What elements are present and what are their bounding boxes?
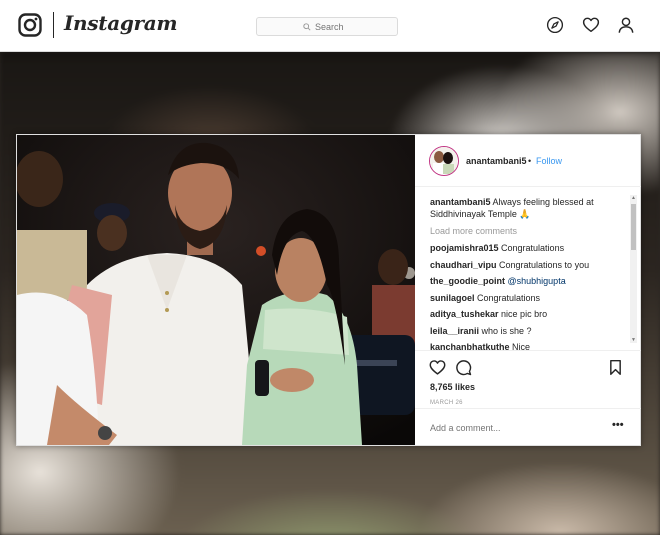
comment-username[interactable]: kanchanbhatkuthe bbox=[430, 342, 510, 350]
comment-item: chaudhari_vipu Congratulations to you bbox=[430, 259, 625, 271]
comment-username[interactable]: aditya_tushekar bbox=[430, 309, 499, 319]
comment-item: sunilagoel Congratulations bbox=[430, 292, 625, 304]
add-comment-input[interactable] bbox=[430, 423, 590, 433]
post-username[interactable]: anantambani5 bbox=[466, 156, 527, 166]
comment-text: Nice bbox=[509, 342, 531, 350]
comment-username[interactable]: sunilagoel bbox=[430, 293, 475, 303]
scrollbar-thumb[interactable] bbox=[631, 204, 636, 250]
comment-text: who is she ? bbox=[479, 325, 532, 336]
post-header: anantambani5 • Follow bbox=[415, 135, 641, 187]
post-caption: anantambani5 Always feeling blessed at S… bbox=[430, 196, 625, 220]
post-photo-illustration bbox=[17, 135, 415, 445]
likes-count[interactable]: 8,765 likes bbox=[430, 382, 475, 392]
comment-item: poojamishra015 Congratulations bbox=[430, 242, 625, 254]
comments-list: anantambani5 Always feeling blessed at S… bbox=[430, 196, 625, 350]
comment-username[interactable]: chaudhari_vipu bbox=[430, 260, 497, 270]
like-heart-icon[interactable] bbox=[429, 359, 446, 376]
bookmark-icon[interactable] bbox=[607, 359, 624, 376]
comment-text: Congratulations bbox=[474, 292, 541, 303]
comment-text: Congratulations to you bbox=[496, 259, 590, 270]
comment-bubble-icon[interactable] bbox=[455, 359, 472, 376]
comment-username[interactable]: leila__iranii bbox=[430, 326, 479, 336]
comment-username[interactable]: poojamishra015 bbox=[430, 243, 499, 253]
instagram-camera-icon[interactable] bbox=[18, 13, 42, 37]
heart-icon[interactable] bbox=[582, 16, 600, 34]
comment-item: leila__iranii who is she ? bbox=[430, 325, 625, 337]
follow-button[interactable]: Follow bbox=[536, 156, 562, 166]
add-comment-bar: ••• bbox=[415, 408, 641, 445]
more-options-icon[interactable]: ••• bbox=[612, 419, 624, 431]
search-icon bbox=[303, 22, 311, 31]
comment-item: kanchanbhatkuthe Nice bbox=[430, 341, 625, 350]
profile-icon[interactable] bbox=[617, 16, 635, 34]
comment-mention-link[interactable]: @shubhigupta bbox=[508, 276, 566, 286]
comment-username[interactable]: the_goodie_point bbox=[430, 276, 505, 286]
comment-item: aditya_tushekar nice pic bro bbox=[430, 308, 625, 320]
post-sidebar: anantambani5 • Follow anantambani5 Alway… bbox=[415, 135, 641, 445]
comment-item: the_goodie_point @shubhigupta bbox=[430, 275, 625, 287]
post-card: anantambani5 • Follow anantambani5 Alway… bbox=[16, 134, 641, 446]
post-photo[interactable] bbox=[17, 135, 415, 445]
avatar-image bbox=[430, 147, 457, 174]
scroll-up-arrow-icon[interactable]: ▲ bbox=[631, 195, 636, 201]
logo-divider bbox=[53, 12, 54, 38]
post-date: MARCH 26 bbox=[430, 400, 463, 406]
caption-username[interactable]: anantambani5 bbox=[430, 197, 491, 207]
comments-scrollbar[interactable]: ▲ ▼ bbox=[630, 195, 637, 343]
comment-text: Congratulations bbox=[498, 243, 565, 253]
top-navigation-bar: Instagram bbox=[0, 0, 660, 52]
avatar[interactable] bbox=[429, 146, 459, 176]
separator-dot: • bbox=[528, 156, 532, 166]
load-more-comments-link[interactable]: Load more comments bbox=[430, 226, 625, 236]
instagram-wordmark[interactable]: Instagram bbox=[64, 11, 178, 35]
scroll-down-arrow-icon[interactable]: ▼ bbox=[631, 337, 636, 343]
search-box[interactable] bbox=[256, 17, 398, 36]
comments-section[interactable]: anantambani5 Always feeling blessed at S… bbox=[415, 187, 641, 350]
search-input[interactable] bbox=[315, 21, 351, 32]
comment-text: nice pic bro bbox=[498, 309, 548, 319]
compass-icon[interactable] bbox=[546, 16, 564, 34]
